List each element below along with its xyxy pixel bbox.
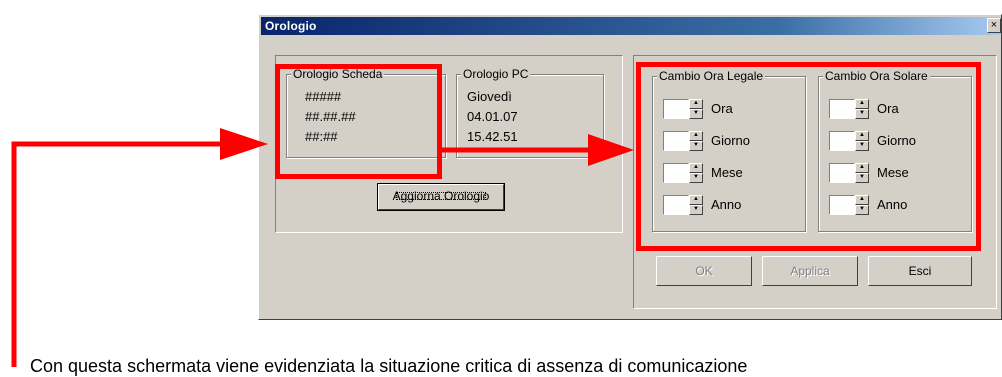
left-arrow-line	[11, 141, 220, 367]
middle-arrow	[442, 134, 634, 166]
left-arrow	[11, 128, 268, 367]
annotation-arrows	[11, 128, 634, 367]
left-arrowhead	[220, 128, 268, 160]
middle-arrowhead	[588, 134, 634, 166]
